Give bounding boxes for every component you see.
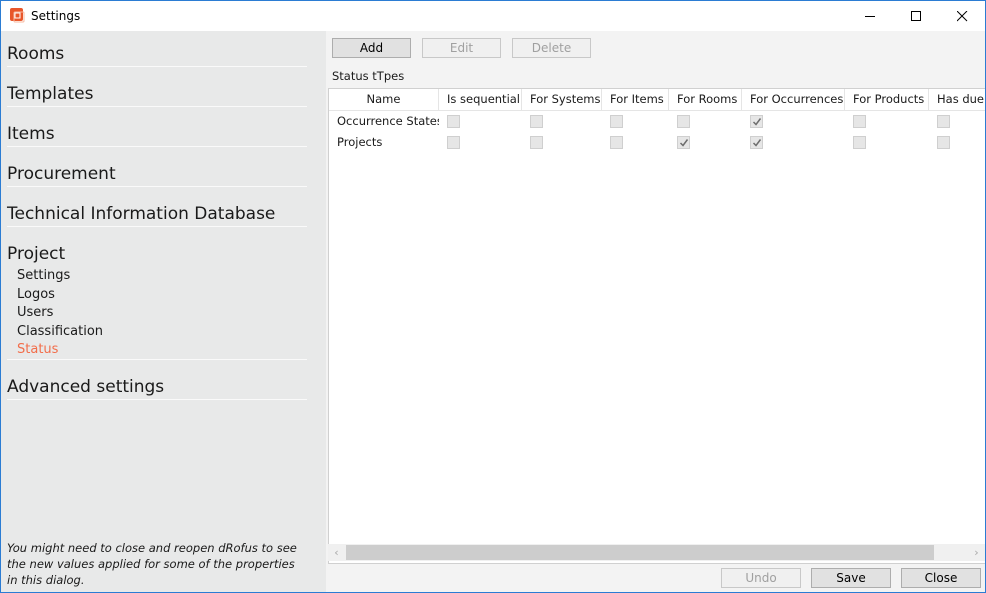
main-panel: Add Edit Delete Status tTpes Name Is seq… <box>327 31 985 592</box>
checkbox-unchecked[interactable] <box>937 115 950 128</box>
cell-checkbox <box>602 132 669 153</box>
nav-procurement[interactable]: Procurement <box>7 163 307 185</box>
grid-header: Name Is sequential For Systems For Items… <box>329 89 985 111</box>
column-header-for-systems[interactable]: For Systems <box>522 89 602 111</box>
checkbox-unchecked[interactable] <box>530 136 543 149</box>
cell-checkbox <box>522 132 602 153</box>
checkbox-checked[interactable] <box>677 136 690 149</box>
scrollbar-thumb[interactable] <box>346 545 934 560</box>
column-header-for-occurrences[interactable]: For Occurrences <box>742 89 845 111</box>
horizontal-scrollbar[interactable]: ‹ › <box>328 544 985 561</box>
project-sub-list: Settings Logos Users Classification Stat… <box>7 267 307 360</box>
nav-project-logos[interactable]: Logos <box>7 286 307 305</box>
checkbox-unchecked[interactable] <box>610 115 623 128</box>
cell-checkbox <box>742 132 845 153</box>
cell-checkbox <box>602 111 669 132</box>
check-icon <box>752 139 762 147</box>
sidebar: Rooms Templates Items Procurement Techni… <box>1 31 326 592</box>
column-header-for-rooms[interactable]: For Rooms <box>669 89 742 111</box>
undo-button[interactable]: Undo <box>721 568 801 588</box>
nav-technical-information-database[interactable]: Technical Information Database <box>7 203 307 225</box>
checkbox-checked[interactable] <box>750 115 763 128</box>
table-row[interactable]: Projects <box>329 132 985 153</box>
cell-checkbox <box>742 111 845 132</box>
checkbox-unchecked[interactable] <box>677 115 690 128</box>
scroll-left-icon[interactable]: ‹ <box>328 544 345 561</box>
cell-checkbox <box>522 111 602 132</box>
restart-note: You might need to close and reopen dRofu… <box>7 541 297 587</box>
table-row[interactable]: Occurrence States <box>329 111 985 132</box>
window-title: Settings <box>31 9 81 23</box>
nav-items[interactable]: Items <box>7 123 307 145</box>
column-header-for-products[interactable]: For Products <box>845 89 929 111</box>
edit-button[interactable]: Edit <box>422 38 501 58</box>
close-icon <box>956 10 968 22</box>
nav-project-status[interactable]: Status <box>7 341 307 360</box>
nav-section-project: Project Settings Logos Users Classificat… <box>7 243 307 360</box>
nav-rooms[interactable]: Rooms <box>7 43 307 65</box>
delete-button[interactable]: Delete <box>512 38 591 58</box>
check-icon <box>679 139 689 147</box>
cell-name[interactable]: Projects <box>329 132 439 153</box>
scroll-right-icon[interactable]: › <box>968 544 985 561</box>
status-types-grid: Name Is sequential For Systems For Items… <box>328 88 985 564</box>
minimize-button[interactable] <box>847 1 893 31</box>
nav-advanced-settings[interactable]: Advanced settings <box>7 376 307 398</box>
checkbox-unchecked[interactable] <box>937 136 950 149</box>
nav-section-procurement: Procurement <box>7 163 307 187</box>
checkbox-unchecked[interactable] <box>447 115 460 128</box>
cell-checkbox <box>439 111 522 132</box>
checkbox-unchecked[interactable] <box>530 115 543 128</box>
column-header-name[interactable]: Name <box>329 89 439 111</box>
close-button[interactable]: Close <box>901 568 981 588</box>
cell-checkbox <box>929 111 985 132</box>
checkbox-unchecked[interactable] <box>447 136 460 149</box>
nav-section-rooms: Rooms <box>7 43 307 67</box>
cell-checkbox <box>439 132 522 153</box>
minimize-icon <box>864 11 876 22</box>
nav-templates[interactable]: Templates <box>7 83 307 105</box>
cell-name[interactable]: Occurrence States <box>329 111 439 132</box>
checkbox-unchecked[interactable] <box>610 136 623 149</box>
settings-window: Settings Rooms Templates Items Procureme… <box>0 0 986 593</box>
checkbox-checked[interactable] <box>750 136 763 149</box>
check-icon <box>752 118 762 126</box>
nav-project-classification[interactable]: Classification <box>7 323 307 342</box>
close-window-button[interactable] <box>939 1 985 31</box>
title-bar: Settings <box>1 1 985 31</box>
cell-checkbox <box>669 111 742 132</box>
status-types-label: Status tTpes <box>332 69 405 83</box>
nav-section-advanced-settings: Advanced settings <box>7 376 307 400</box>
nav-project-users[interactable]: Users <box>7 304 307 323</box>
nav-project[interactable]: Project <box>7 243 307 265</box>
nav-section-templates: Templates <box>7 83 307 107</box>
cell-checkbox <box>845 111 929 132</box>
column-header-is-sequential[interactable]: Is sequential <box>439 89 522 111</box>
nav-section-items: Items <box>7 123 307 147</box>
maximize-icon <box>910 10 922 22</box>
column-header-for-items[interactable]: For Items <box>602 89 669 111</box>
nav-section-technical-information-database: Technical Information Database <box>7 203 307 227</box>
cell-checkbox <box>845 132 929 153</box>
cell-checkbox <box>929 132 985 153</box>
cell-checkbox <box>669 132 742 153</box>
column-header-has-due[interactable]: Has due <box>929 89 985 111</box>
checkbox-unchecked[interactable] <box>853 115 866 128</box>
checkbox-unchecked[interactable] <box>853 136 866 149</box>
app-icon <box>10 8 25 23</box>
maximize-button[interactable] <box>893 1 939 31</box>
save-button[interactable]: Save <box>811 568 891 588</box>
nav-project-settings[interactable]: Settings <box>7 267 307 286</box>
add-button[interactable]: Add <box>332 38 411 58</box>
